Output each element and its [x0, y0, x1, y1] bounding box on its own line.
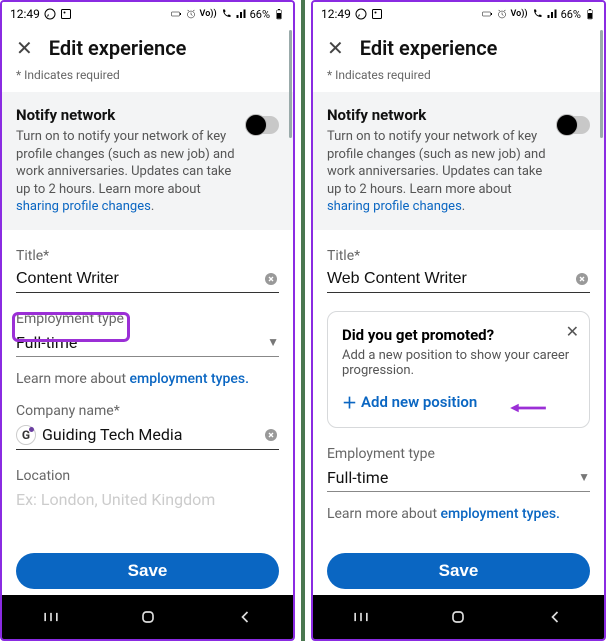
notify-heading: Notify network [16, 106, 235, 124]
image-icon [60, 8, 72, 20]
add-position-button[interactable]: ＋ Add new position [342, 392, 477, 413]
notify-body: Turn on to notify your network of key pr… [16, 128, 235, 216]
promo-body: Add a new position to show your career p… [342, 348, 575, 378]
alarm-icon [185, 8, 197, 20]
home-icon[interactable] [448, 607, 468, 627]
notify-heading: Notify network [327, 106, 546, 124]
app-header: ✕ Edit experience [313, 26, 604, 68]
phone-icon [220, 8, 232, 20]
title-label: Title* [327, 248, 590, 264]
battery-low-icon [170, 8, 182, 20]
annotation-arrow [503, 403, 553, 413]
volte-icon: Vo)) [511, 9, 528, 19]
save-bar: Save [313, 545, 604, 595]
battery-pct: 66% [250, 8, 270, 21]
chevron-down-icon: ▼ [578, 470, 590, 484]
form-body: Title* ✕ Did you get promoted? Add a new… [313, 230, 604, 545]
save-button[interactable]: Save [16, 553, 279, 589]
learn-prefix: Learn more about [327, 506, 441, 522]
notify-body: Turn on to notify your network of key pr… [327, 128, 546, 216]
employment-types-link[interactable]: employment types. [441, 506, 560, 522]
company-label: Company name* [16, 403, 279, 419]
employment-learn: Learn more about employment types. [327, 506, 590, 522]
scroll-indicator [600, 30, 603, 138]
app-header: ✕ Edit experience [2, 26, 293, 68]
scroll-indicator [289, 30, 292, 138]
title-label: Title* [16, 248, 279, 264]
chevron-down-icon: ▼ [267, 335, 279, 349]
employment-select[interactable]: Full-time ▼ [16, 333, 279, 357]
whatsapp-icon [355, 8, 367, 20]
notify-period: . [462, 199, 465, 214]
phone-screen-left: 12:49 Vo)) 66% ✕ Edit experience * Indic… [0, 0, 295, 641]
back-icon[interactable] [545, 607, 565, 627]
home-icon[interactable] [138, 607, 158, 627]
recents-icon[interactable] [351, 607, 371, 627]
battery-low-icon [481, 8, 493, 20]
location-placeholder[interactable]: Ex: London, United Kingdom [16, 490, 279, 513]
clear-icon[interactable] [574, 271, 590, 287]
save-button[interactable]: Save [327, 553, 590, 589]
signal-icon [546, 8, 558, 20]
back-icon[interactable] [235, 607, 255, 627]
title-input[interactable] [16, 270, 257, 288]
status-time: 12:49 [10, 7, 40, 21]
add-position-label: Add new position [361, 393, 477, 411]
employment-select[interactable]: Full-time ▼ [327, 468, 590, 492]
status-bar: 12:49 Vo)) 66% [313, 2, 604, 26]
alarm-icon [496, 8, 508, 20]
image-icon [371, 8, 383, 20]
company-value[interactable]: Guiding Tech Media [42, 425, 257, 444]
company-logo-icon: G [16, 425, 36, 445]
promo-heading: Did you get promoted? [342, 326, 575, 344]
screenshot-divider [301, 0, 305, 641]
clear-icon[interactable] [263, 427, 279, 443]
page-title: Edit experience [360, 36, 498, 60]
volte-icon: Vo)) [200, 9, 217, 19]
notify-body-text: Turn on to notify your network of key pr… [16, 129, 235, 197]
notify-section: Notify network Turn on to notify your ne… [313, 92, 604, 230]
clear-icon[interactable] [263, 271, 279, 287]
notify-section: Notify network Turn on to notify your ne… [2, 92, 293, 230]
whatsapp-icon [44, 8, 56, 20]
form-body: Title* Employment type Full-time ▼ Learn… [2, 230, 293, 545]
employment-label: Employment type [16, 311, 279, 327]
page-title: Edit experience [49, 36, 187, 60]
close-icon[interactable]: ✕ [566, 322, 579, 341]
notify-body-text: Turn on to notify your network of key pr… [327, 129, 546, 197]
required-note: * Indicates required [313, 68, 604, 92]
title-input[interactable] [327, 270, 568, 288]
status-time: 12:49 [321, 7, 351, 21]
notify-toggle[interactable] [245, 116, 279, 134]
notify-toggle[interactable] [556, 116, 590, 134]
employment-value: Full-time [327, 468, 572, 487]
status-bar: 12:49 Vo)) 66% [2, 2, 293, 26]
recents-icon[interactable] [41, 607, 61, 627]
promotion-card: ✕ Did you get promoted? Add a new positi… [327, 311, 590, 428]
learn-prefix: Learn more about [16, 371, 130, 387]
employment-value: Full-time [16, 333, 261, 352]
employment-label: Employment type [327, 446, 590, 462]
employment-learn: Learn more about employment types. [16, 371, 279, 387]
android-navbar [2, 595, 293, 639]
close-icon[interactable]: ✕ [16, 38, 33, 58]
phone-screen-right: 12:49 Vo)) 66% ✕ Edit experience * Indic… [311, 0, 606, 641]
notify-link[interactable]: sharing profile changes [327, 199, 462, 214]
employment-types-link[interactable]: employment types. [130, 371, 249, 387]
battery-icon [584, 8, 596, 20]
battery-icon [273, 8, 285, 20]
notify-link[interactable]: sharing profile changes [16, 199, 151, 214]
android-navbar [313, 595, 604, 639]
signal-icon [235, 8, 247, 20]
required-note: * Indicates required [2, 68, 293, 92]
battery-pct: 66% [561, 8, 581, 21]
plus-icon: ＋ [342, 392, 357, 413]
notify-period: . [151, 199, 154, 214]
location-label: Location [16, 468, 279, 484]
save-bar: Save [2, 545, 293, 595]
phone-icon [531, 8, 543, 20]
close-icon[interactable]: ✕ [327, 38, 344, 58]
